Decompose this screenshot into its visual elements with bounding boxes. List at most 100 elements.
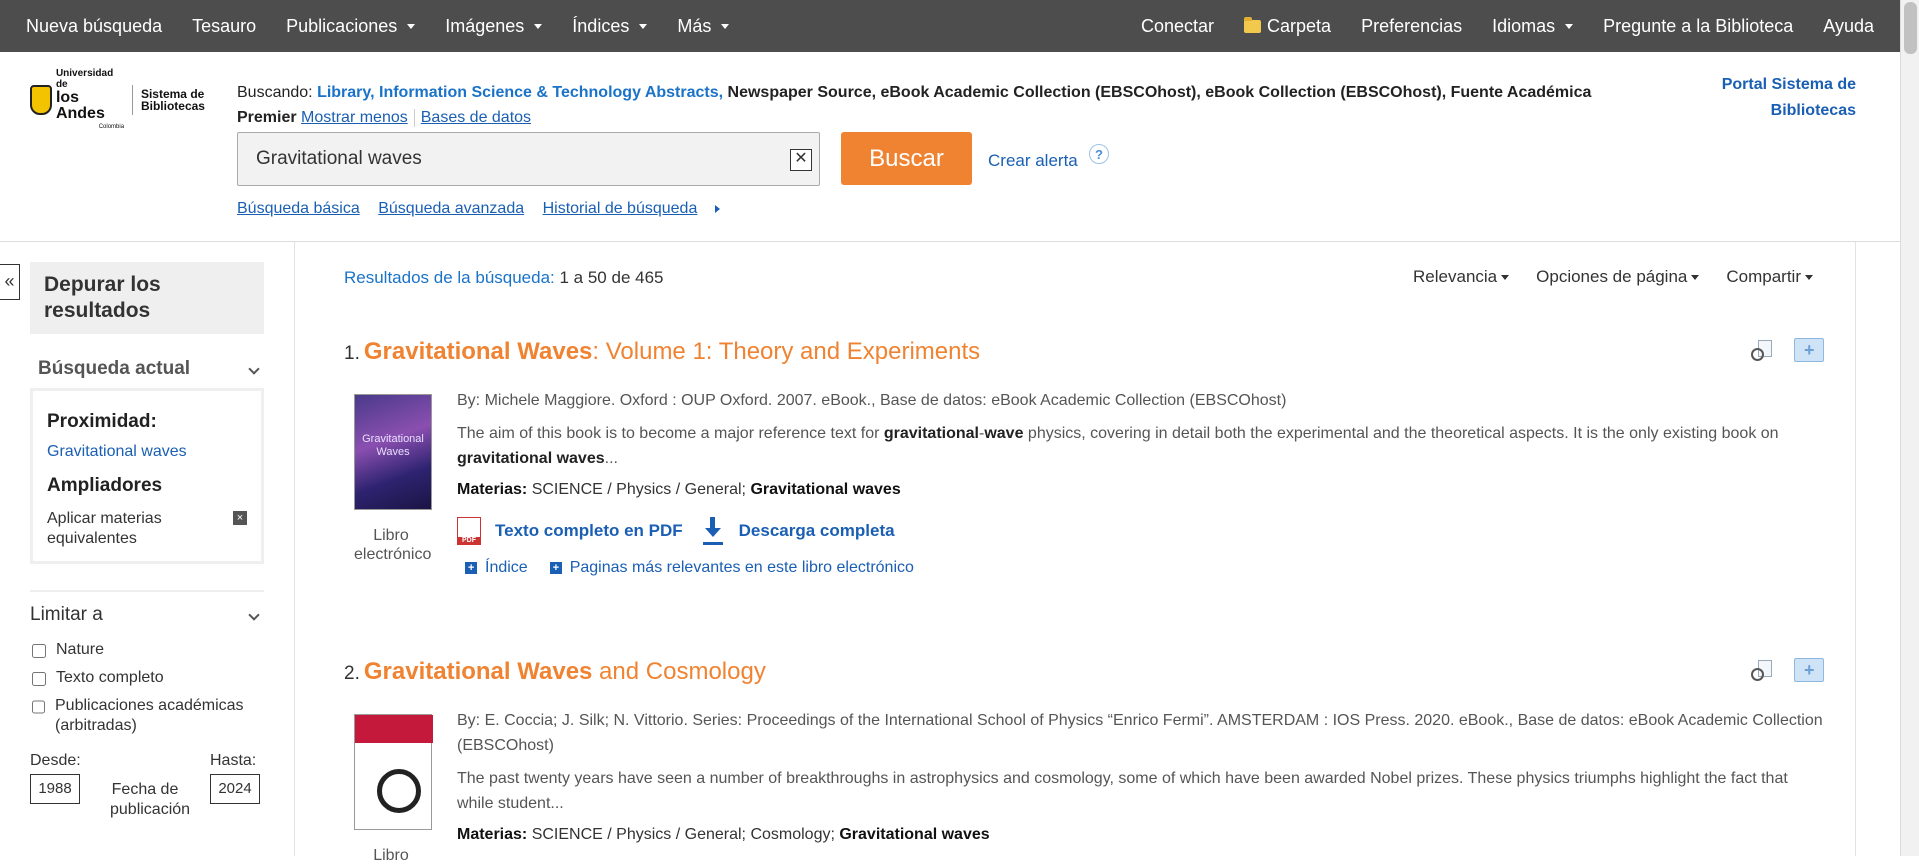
limit-fulltext-checkbox[interactable]: Texto completo — [30, 668, 264, 688]
result-details: By: Michele Maggiore. Oxford : OUP Oxfor… — [457, 388, 1827, 577]
caret-down-icon — [1805, 274, 1813, 280]
download-icon[interactable] — [701, 517, 725, 545]
basic-search-link[interactable]: Búsqueda básica — [237, 200, 360, 217]
from-year-input[interactable]: 1988 — [30, 774, 80, 804]
vertical-scrollbar[interactable] — [1900, 0, 1919, 856]
caret-down-icon — [721, 23, 730, 29]
result-thumbnail: Libro — [354, 714, 433, 865]
nav-publications[interactable]: Publicaciones — [286, 16, 416, 37]
nav-indexes[interactable]: Índices — [572, 16, 648, 37]
download-base — [702, 542, 723, 545]
limit-peer-reviewed-checkbox[interactable]: Publicaciones académicas (arbitradas) — [30, 696, 264, 736]
library-logo[interactable]: Universidad de los Andes Colombia Sistem… — [30, 68, 205, 130]
library-system-name: Sistema de Bibliotecas — [140, 87, 205, 113]
plus-square-icon: + — [465, 562, 477, 574]
result-item-2: 2.Gravitational Waves and Cosmology Libr… — [344, 658, 1824, 864]
nav-new-search[interactable]: Nueva búsqueda — [26, 16, 162, 37]
nav-preferences[interactable]: Preferencias — [1361, 16, 1462, 37]
result-abstract: The past twenty years have seen a number… — [457, 770, 1788, 812]
nav-help[interactable]: Ayuda — [1823, 16, 1874, 37]
full-download-link[interactable]: Descarga completa — [739, 521, 895, 541]
current-search-header[interactable]: Búsqueda actual — [30, 358, 264, 380]
advanced-search-link[interactable]: Búsqueda avanzada — [378, 200, 524, 217]
top-navigation-bar: Nueva búsqueda Tesauro Publicaciones Imá… — [0, 0, 1900, 52]
result-abstract: The aim of this book is to become a majo… — [457, 425, 1779, 467]
publication-date-range: Desde: Hasta: 1988 Fecha de publicación … — [30, 752, 264, 818]
create-alert-link[interactable]: Crear alerta — [988, 151, 1078, 171]
result-item-1: 1. Gravitational Waves: Volume 1: Theory … — [344, 338, 1824, 576]
limit-to-header[interactable]: Limitar a — [30, 604, 264, 626]
search-input[interactable] — [256, 147, 756, 171]
share-dropdown[interactable]: Compartir — [1726, 267, 1813, 287]
page-options-dropdown[interactable]: Opciones de página — [1536, 267, 1700, 287]
sidebar-divider — [294, 242, 295, 856]
search-history-link[interactable]: Historial de búsqueda — [543, 200, 721, 217]
chevron-down-icon — [248, 363, 260, 375]
expander-item: Aplicar materias equivalentes × — [47, 509, 247, 549]
result-subjects: Materias: SCIENCE / Physics / General; C… — [457, 826, 990, 843]
logo-divider — [132, 85, 133, 115]
chevron-down-icon — [248, 609, 260, 621]
result-metadata: By: E. Coccia; J. Silk; N. Vittorio. Ser… — [457, 712, 1823, 754]
clear-search-icon[interactable]: ✕ — [790, 149, 812, 171]
result-thumbnail: Libro electrónico — [354, 394, 432, 564]
sort-dropdown[interactable]: Relevancia — [1413, 267, 1510, 287]
checkbox[interactable] — [32, 672, 46, 686]
triangle-right-icon — [715, 204, 721, 213]
search-box: ✕ — [237, 132, 820, 186]
index-link[interactable]: + Índice — [457, 559, 528, 577]
nav-folder[interactable]: Carpeta — [1244, 16, 1331, 37]
preview-magnifier-icon[interactable] — [1750, 338, 1776, 362]
checkbox[interactable] — [32, 700, 45, 714]
pdf-icon[interactable] — [457, 517, 481, 545]
help-icon[interactable]: ? — [1089, 144, 1109, 164]
add-to-folder-icon[interactable] — [1794, 658, 1824, 682]
remove-expander-icon[interactable]: × — [233, 511, 247, 525]
book-cover-image[interactable] — [354, 714, 433, 830]
result-details: By: E. Coccia; J. Silk; N. Vittorio. Ser… — [457, 708, 1827, 844]
book-cover-image[interactable] — [354, 394, 432, 510]
nav-sign-in[interactable]: Conectar — [1141, 16, 1214, 37]
databases-link[interactable]: Bases de datos — [421, 109, 531, 126]
right-divider — [1855, 242, 1856, 856]
show-less-link[interactable]: Mostrar menos — [301, 109, 408, 126]
pdf-fulltext-link[interactable]: Texto completo en PDF — [495, 521, 683, 541]
nav-thesaurus[interactable]: Tesauro — [192, 16, 256, 37]
collapse-sidebar-button[interactable]: « — [0, 264, 20, 300]
result-metadata: By: Michele Maggiore. Oxford : OUP Oxfor… — [457, 392, 1287, 409]
result-title[interactable]: 1. Gravitational Waves: Volume 1: Theory … — [344, 338, 1824, 366]
relevant-pages-link[interactable]: + Paginas más relevantes en este libro el… — [549, 559, 914, 577]
format-type-label: Libro electrónico — [354, 527, 432, 563]
plus-square-icon: + — [549, 562, 562, 574]
nav-languages[interactable]: Idiomas — [1492, 16, 1574, 37]
publication-date-label: Fecha de publicación — [110, 781, 191, 818]
caret-down-icon — [1691, 274, 1700, 280]
results-count: Resultados de la búsqueda: 1 a 50 de 465 — [344, 268, 664, 287]
refine-sidebar: Depurar los resultados Búsqueda actual P… — [30, 262, 264, 818]
nav-images[interactable]: Imágenes — [445, 16, 543, 37]
proximity-label: Proximidad: — [47, 411, 157, 432]
result-tools — [1750, 658, 1824, 682]
search-header: Universidad de los Andes Colombia Sistem… — [0, 52, 1900, 242]
search-button[interactable]: Buscar — [841, 132, 972, 185]
caret-down-icon — [1501, 274, 1510, 280]
to-year-input[interactable]: 2024 — [210, 774, 260, 804]
result-title[interactable]: 2. Gravitational Waves and Cosmology — [344, 658, 1824, 686]
university-name: Universidad de los Andes Colombia — [55, 67, 125, 130]
searching-databases: Buscando: Library, Information Science &… — [237, 84, 1592, 127]
nav-more[interactable]: Más — [677, 16, 730, 37]
result-extra-links: + Índice + Paginas más relevantes en este … — [457, 559, 1827, 577]
portal-link[interactable]: Portal Sistema de Bibliotecas — [1656, 72, 1856, 124]
scrollbar-thumb[interactable] — [1904, 2, 1917, 54]
preview-magnifier-icon[interactable] — [1750, 658, 1776, 682]
result-tools — [1750, 338, 1824, 362]
nav-ask-library[interactable]: Pregunte a la Biblioteca — [1603, 16, 1793, 37]
result-fulltext-links: Texto completo en PDF Descarga completa — [457, 517, 1827, 545]
checkbox[interactable] — [32, 644, 46, 658]
search-mode-links: Búsqueda básica Búsqueda avanzada Histor… — [237, 200, 734, 218]
from-label: Desde: — [30, 752, 81, 769]
proximity-term-link[interactable]: Gravitational waves — [47, 443, 247, 461]
limit-nature-checkbox[interactable]: Nature — [30, 640, 264, 660]
caret-down-icon — [534, 23, 543, 29]
add-to-folder-icon[interactable] — [1794, 338, 1824, 362]
